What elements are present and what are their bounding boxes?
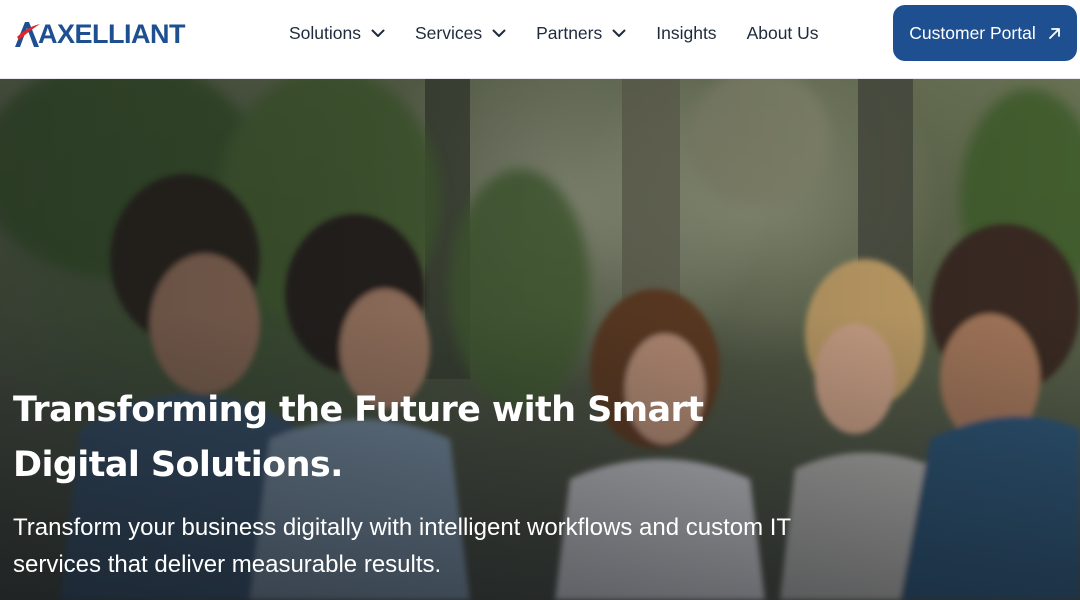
- hero-section: Transforming the Future with Smart Digit…: [0, 79, 1080, 600]
- site-header: AXELLIANT Solutions Services Partners In…: [0, 0, 1080, 79]
- customer-portal-button[interactable]: Customer Portal: [893, 5, 1077, 61]
- customer-portal-label: Customer Portal: [909, 22, 1036, 43]
- chevron-down-icon: [492, 29, 506, 37]
- nav-insights[interactable]: Insights: [656, 23, 716, 44]
- chevron-down-icon: [612, 29, 626, 37]
- main-nav: Solutions Services Partners Insights Abo…: [289, 0, 819, 66]
- nav-partners-label: Partners: [536, 22, 603, 43]
- nav-services[interactable]: Services: [415, 23, 506, 44]
- logo-mark-icon: [15, 22, 40, 47]
- hero-subtitle: Transform your business digitally with i…: [13, 514, 791, 578]
- logo-text: AXELLIANT: [38, 18, 186, 49]
- nav-insights-label: Insights: [656, 22, 717, 43]
- nav-solutions[interactable]: Solutions: [289, 23, 385, 44]
- arrow-up-right-icon: [1048, 27, 1060, 39]
- nav-about-us-label: About Us: [746, 22, 819, 43]
- nav-solutions-label: Solutions: [289, 22, 361, 43]
- chevron-down-icon: [371, 29, 385, 37]
- nav-about-us[interactable]: About Us: [747, 23, 819, 44]
- nav-services-label: Services: [415, 22, 483, 43]
- axelliant-logo[interactable]: AXELLIANT: [13, 18, 186, 50]
- hero-title: Transforming the Future with Smart Digit…: [13, 390, 704, 485]
- nav-partners[interactable]: Partners: [536, 23, 626, 44]
